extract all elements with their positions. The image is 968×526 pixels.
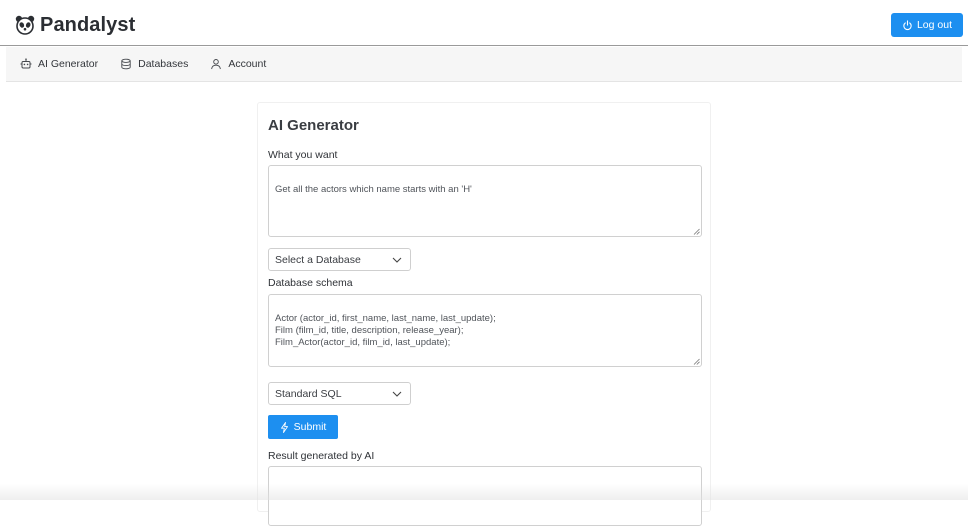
nav-item-ai-generator[interactable]: AI Generator — [20, 58, 98, 70]
logout-label: Log out — [916, 19, 953, 31]
sql-dialect-select[interactable]: Standard SQL — [268, 382, 411, 405]
prompt-text: Get all the actors which name starts wit… — [275, 184, 472, 195]
nav-item-label: AI Generator — [38, 58, 99, 70]
main-nav: AI Generator Databases Account — [6, 47, 962, 82]
robot-icon — [20, 58, 32, 69]
sql-dialect-select-value: Standard SQL — [275, 387, 342, 400]
submit-label: Submit — [293, 421, 327, 433]
result-label: Result generated by AI — [268, 450, 375, 462]
power-icon — [903, 19, 912, 30]
app-header: Pandalyst Log out — [0, 0, 968, 46]
database-icon — [121, 58, 131, 70]
user-icon — [211, 59, 222, 70]
brand-name: Pandalyst — [40, 13, 136, 36]
schema-text: Actor (actor_id, first_name, last_name, … — [275, 313, 496, 348]
nav-item-account[interactable]: Account — [210, 58, 266, 70]
nav-item-label: Account — [228, 58, 267, 70]
lightning-icon — [280, 421, 288, 433]
schema-label: Database schema — [268, 277, 353, 289]
brand[interactable]: Pandalyst — [15, 12, 135, 38]
logout-button[interactable]: Log out — [891, 13, 963, 37]
schema-textarea[interactable]: Actor (actor_id, first_name, last_name, … — [268, 294, 702, 367]
nav-item-databases[interactable]: Databases — [120, 58, 188, 70]
result-textarea[interactable] — [268, 466, 702, 526]
chevron-down-icon — [392, 391, 402, 397]
chevron-down-icon — [392, 257, 402, 263]
prompt-label: What you want — [268, 149, 338, 161]
panda-logo-icon — [15, 15, 35, 35]
database-select-value: Select a Database — [275, 253, 361, 266]
resize-grip-icon[interactable] — [693, 228, 700, 235]
nav-item-label: Databases — [138, 58, 189, 70]
prompt-textarea[interactable]: Get all the actors which name starts wit… — [268, 165, 702, 237]
database-select[interactable]: Select a Database — [268, 248, 411, 271]
ai-generator-card: AI Generator What you want Get all the a… — [257, 102, 711, 526]
page-title: AI Generator — [268, 117, 359, 134]
submit-button[interactable]: Submit — [268, 415, 338, 439]
resize-grip-icon[interactable] — [693, 358, 700, 365]
